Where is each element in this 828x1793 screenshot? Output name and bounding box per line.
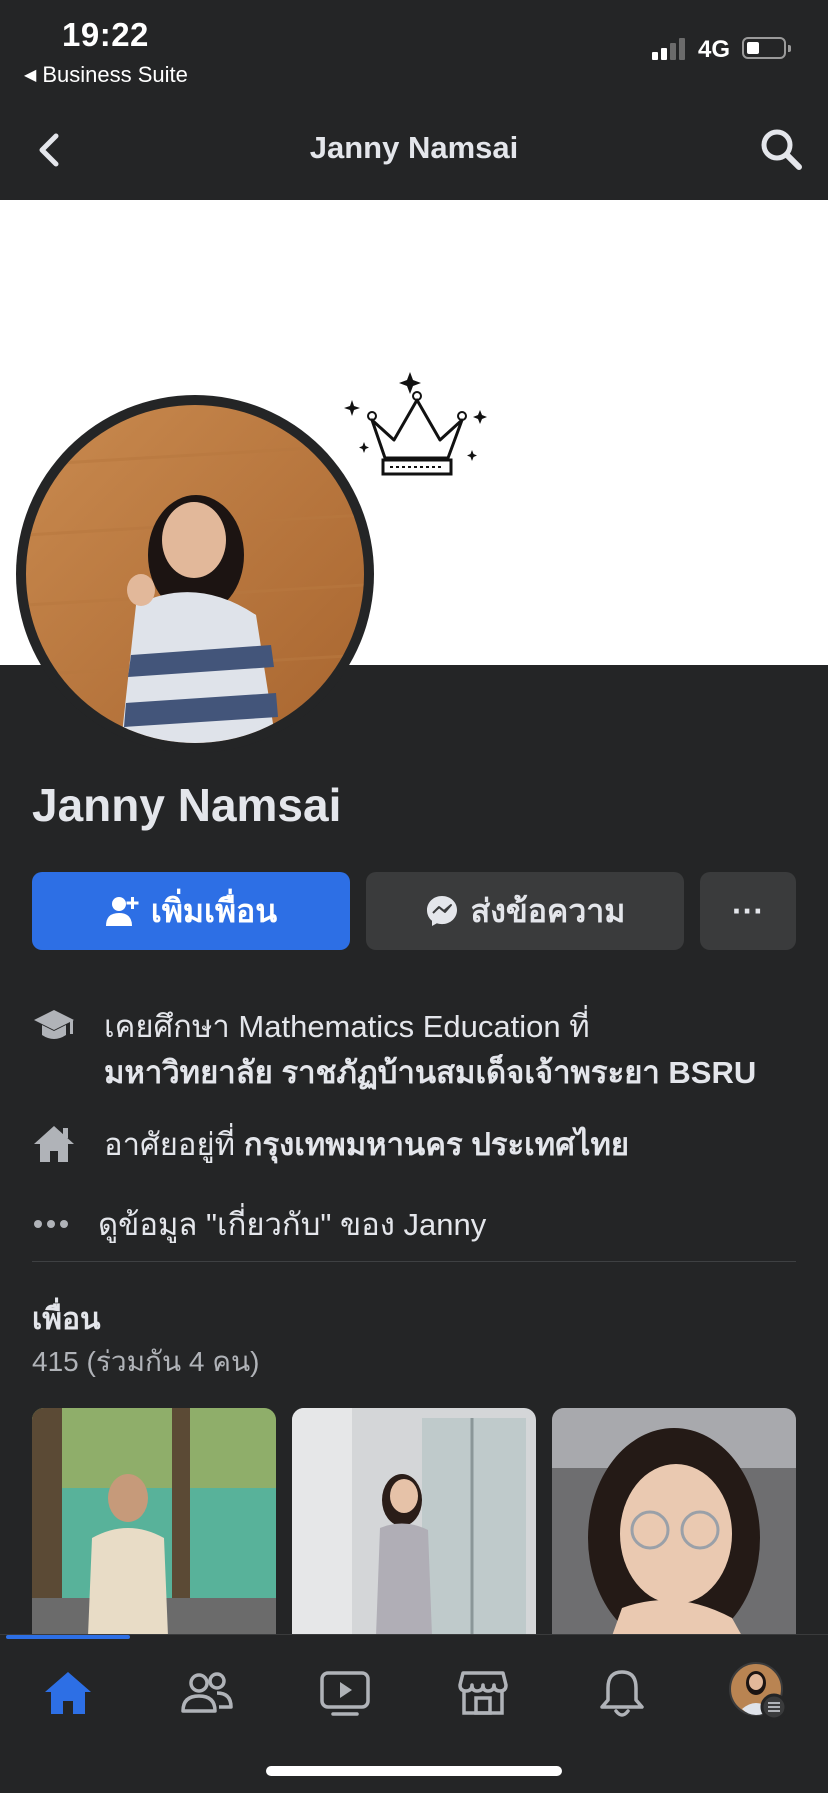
add-friend-label: เพิ่มเพื่อน	[150, 892, 278, 929]
education-school[interactable]: มหาวิทยาลัย ราชภัฏบ้านสมเด็จเจ้าพระยา BS…	[104, 1055, 756, 1090]
section-divider	[32, 1261, 796, 1262]
tab-notifications[interactable]	[590, 1661, 654, 1725]
tab-home[interactable]	[36, 1661, 100, 1725]
marketplace-icon	[458, 1671, 508, 1715]
back-to-app-link[interactable]: ◀ Business Suite	[24, 62, 188, 88]
signal-icon	[652, 38, 685, 60]
see-about-link[interactable]: ดูข้อมูล "เกี่ยวกับ" ของ Janny	[32, 1202, 802, 1259]
home-icon	[45, 1672, 91, 1714]
lives-in-info: อาศัยอยู่ที่ กรุงเทพมหานคร ประเทศไทย	[32, 1122, 802, 1179]
friend-tile[interactable]	[552, 1408, 796, 1636]
tab-profile[interactable]	[728, 1661, 792, 1725]
active-tab-indicator	[6, 1635, 130, 1639]
friends-icon	[181, 1672, 233, 1713]
crown-sticker-icon	[344, 372, 487, 476]
education-prefix: เคยศึกษา Mathematics Education ที่	[104, 1009, 590, 1044]
see-about-label: ดูข้อมูล "เกี่ยวกับ" ของ Janny	[98, 1207, 487, 1242]
battery-icon	[742, 37, 791, 59]
message-label: ส่งข้อความ	[470, 892, 626, 929]
more-options-button[interactable]: ···	[700, 872, 796, 950]
watch-icon	[320, 1671, 370, 1716]
network-type: 4G	[698, 36, 731, 63]
graduation-cap-icon	[34, 1010, 74, 1039]
page-title: Janny Namsai	[309, 130, 519, 165]
profile-name: Janny Namsai	[32, 779, 342, 831]
status-bar: 19:22 ◀ Business Suite 4G	[0, 0, 828, 100]
friend-tile[interactable]	[32, 1408, 276, 1636]
education-info: เคยศึกษา Mathematics Education ที่ มหาวิ…	[32, 1004, 802, 1096]
tab-watch[interactable]	[313, 1661, 377, 1725]
profile-avatar	[729, 1662, 788, 1721]
lives-place[interactable]: กรุงเทพมหานคร ประเทศไทย	[244, 1127, 629, 1162]
home-indicator[interactable]	[266, 1766, 562, 1776]
friends-count: 415 (ร่วมกัน 4 คน)	[32, 1346, 260, 1377]
ellipsis-icon	[34, 1220, 68, 1228]
tab-marketplace[interactable]	[451, 1661, 515, 1725]
friends-section-title[interactable]: เพื่อน	[32, 1296, 101, 1343]
status-time: 19:22	[62, 16, 149, 53]
search-icon[interactable]	[758, 126, 804, 172]
add-friend-button[interactable]: เพิ่มเพื่อน	[32, 872, 350, 950]
back-triangle-icon: ◀	[24, 67, 37, 84]
more-options-label: ···	[732, 892, 764, 929]
friend-tile[interactable]	[292, 1408, 536, 1636]
lives-prefix: อาศัยอยู่ที่	[104, 1127, 236, 1162]
tab-friends[interactable]	[175, 1661, 239, 1725]
house-icon	[34, 1126, 74, 1162]
back-app-label: Business Suite	[42, 62, 188, 87]
add-friend-icon	[105, 897, 139, 926]
profile-picture[interactable]	[26, 405, 364, 743]
bell-icon	[600, 1670, 644, 1717]
message-button[interactable]: ส่งข้อความ	[366, 872, 684, 950]
nav-bar: Janny Namsai	[0, 100, 828, 200]
messenger-icon	[426, 896, 457, 926]
